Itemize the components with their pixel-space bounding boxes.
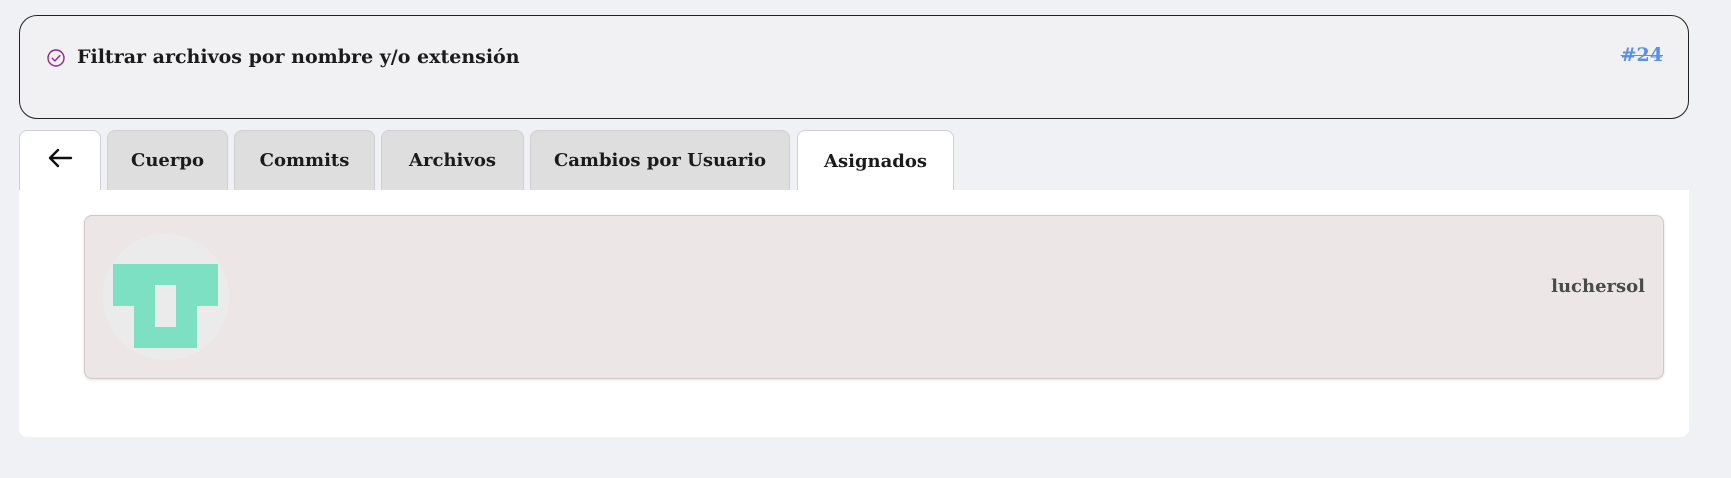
back-button[interactable]: [19, 130, 101, 190]
tab-label: Cuerpo: [131, 150, 204, 171]
tab-label: Asignados: [824, 150, 927, 172]
assignees-panel: luchersol: [19, 190, 1689, 437]
tab-cuerpo[interactable]: Cuerpo: [107, 130, 228, 190]
assignee-card[interactable]: luchersol: [84, 215, 1664, 379]
arrow-left-icon: [47, 147, 73, 174]
tab-label: Cambios por Usuario: [553, 150, 767, 171]
tab-asignados[interactable]: Asignados: [797, 130, 954, 191]
assignee-username[interactable]: luchersol: [1551, 276, 1645, 297]
pull-request-title: Filtrar archivos por nombre y/o extensió…: [77, 46, 520, 68]
tab-label: Archivos: [409, 150, 496, 171]
pull-request-number[interactable]: #24: [1621, 44, 1663, 66]
identicon-avatar: [103, 234, 229, 360]
tab-label: Commits: [259, 150, 350, 171]
pull-request-header: Filtrar archivos por nombre y/o extensió…: [19, 15, 1689, 119]
tab-cambios-por-usuario[interactable]: Cambios por Usuario: [530, 130, 790, 190]
avatar: [103, 234, 229, 360]
tab-archivos[interactable]: Archivos: [381, 130, 524, 190]
tab-commits[interactable]: Commits: [234, 130, 375, 190]
check-circle-icon: [46, 48, 66, 68]
